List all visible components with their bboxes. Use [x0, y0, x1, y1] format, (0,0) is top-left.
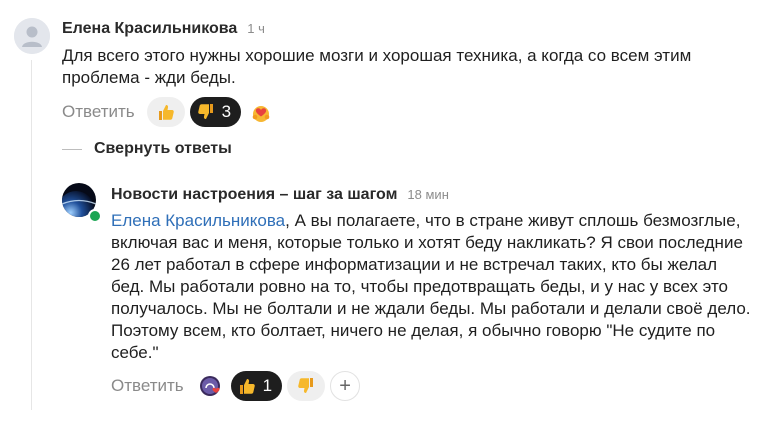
- collapse-dash: [62, 148, 82, 150]
- reply-button[interactable]: Ответить: [111, 376, 184, 396]
- plus-icon: +: [339, 375, 351, 397]
- heart-fire-icon: [197, 372, 225, 400]
- reaction-thumbs-down[interactable]: [287, 371, 326, 401]
- comment-text: Для всего этого нужны хорошие мозги и хо…: [62, 46, 692, 87]
- reaction-thumbs-up[interactable]: [146, 97, 185, 127]
- avatar[interactable]: [14, 18, 50, 54]
- reply-text: Елена Красильникова, А вы полагаете, что…: [111, 210, 751, 364]
- reaction-count: 3: [221, 102, 232, 121]
- thumbs-up-icon: [156, 102, 176, 122]
- collapse-replies-button[interactable]: Свернуть ответы: [62, 140, 232, 158]
- collapse-replies-label: Свернуть ответы: [94, 140, 232, 157]
- reaction-heart-hug[interactable]: [246, 97, 276, 127]
- reaction-count: 1: [262, 376, 273, 395]
- heart-hug-icon: [248, 99, 274, 125]
- reply-author[interactable]: Новости настроения – шаг за шагом: [111, 186, 397, 204]
- add-reaction-button[interactable]: +: [330, 371, 361, 401]
- comment-header: Елена Красильникова 1 ч: [62, 20, 265, 38]
- thumbs-up-icon: [237, 376, 257, 396]
- comment-author[interactable]: Елена Красильникова: [62, 20, 237, 38]
- mention-link[interactable]: Елена Красильникова: [111, 211, 285, 230]
- thread-line: [31, 60, 32, 410]
- comment-actions: Ответить 3: [62, 97, 281, 127]
- thumbs-down-icon: [196, 102, 216, 122]
- reaction-thumbs-up[interactable]: 1: [230, 371, 283, 401]
- reaction-thumbs-down[interactable]: 3: [189, 97, 242, 127]
- online-status-indicator: [88, 209, 102, 223]
- user-silhouette-icon: [14, 18, 50, 54]
- reply-time: 18 мин: [407, 187, 449, 202]
- comments-section: Елена Красильникова 1 ч Для всего этого …: [0, 0, 757, 421]
- thumbs-down-icon: [296, 376, 316, 396]
- comment-time: 1 ч: [247, 21, 265, 36]
- reply-header: Новости настроения – шаг за шагом 18 мин: [111, 186, 449, 204]
- reaction-heart-fire[interactable]: [196, 371, 226, 401]
- reply-button[interactable]: Ответить: [62, 102, 135, 122]
- reply-body: , А вы полагаете, что в стране живут спл…: [111, 211, 751, 362]
- reply-actions: Ответить 1 +: [111, 371, 365, 401]
